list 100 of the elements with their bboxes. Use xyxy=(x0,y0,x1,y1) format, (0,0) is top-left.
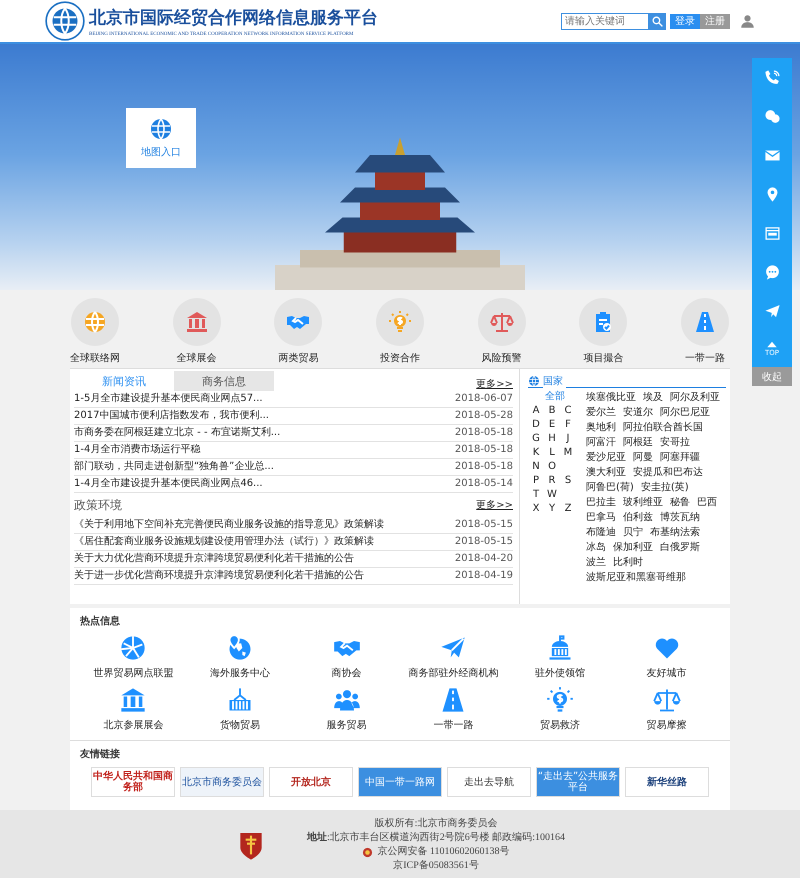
hot-info-link[interactable]: 世界贸易网点联盟 xyxy=(80,634,187,680)
policy-item[interactable]: 关于进一步优化营商环境提升京津跨境贸易便利化若干措施的公告 2018-04-19 xyxy=(74,568,513,585)
category-link[interactable]: 投资合作 xyxy=(360,298,440,368)
country-link[interactable]: 安提瓜和巴布达 xyxy=(633,465,703,480)
country-link[interactable]: 阿曼 xyxy=(633,450,653,465)
hot-info-link[interactable]: 货物贸易 xyxy=(186,686,294,732)
hot-info-link[interactable]: 一带一路 xyxy=(400,686,507,732)
letter-link[interactable]: A xyxy=(528,404,544,418)
news-item[interactable]: 市商务委在阿根廷建立北京 - - 布宜诺斯艾利... 2018-05-18 xyxy=(74,425,513,442)
country-link[interactable]: 波兰 xyxy=(586,555,606,570)
all-countries-link[interactable]: 全部 xyxy=(528,390,582,404)
letter-link[interactable]: F xyxy=(560,418,576,432)
hot-info-link[interactable]: 友好城市 xyxy=(613,634,720,680)
letter-link[interactable]: P xyxy=(528,474,544,488)
letter-link[interactable]: D xyxy=(528,418,544,432)
news-item[interactable]: 部门联动，共同走进创新型“独角兽”企业总... 2018-05-18 xyxy=(74,459,513,476)
partner-logo-link[interactable]: 开放北京 xyxy=(269,767,353,797)
country-link[interactable]: 比利时 xyxy=(613,555,643,570)
map-entry-button[interactable]: 地图入口 xyxy=(126,108,196,168)
news-item[interactable]: 1-4月全市建设提升基本便民商业网点46... 2018-05-14 xyxy=(74,476,513,493)
category-link[interactable]: 全球展会 xyxy=(156,298,237,368)
country-link[interactable]: 巴拉圭 xyxy=(586,495,616,510)
country-link[interactable]: 爱沙尼亚 xyxy=(586,450,626,465)
letter-link[interactable]: W xyxy=(544,488,560,502)
policy-item[interactable]: 关于大力优化营商环境提升京津跨境贸易便利化若干措施的公告 2018-04-20 xyxy=(74,551,513,568)
country-link[interactable]: 安哥拉 xyxy=(660,435,690,450)
letter-link[interactable]: L xyxy=(544,446,560,460)
country-link[interactable]: 贝宁 xyxy=(623,525,643,540)
hot-info-link[interactable]: 贸易摩擦 xyxy=(613,686,720,732)
letter-link[interactable]: J xyxy=(560,432,576,446)
category-link[interactable]: 一带一路 xyxy=(664,298,745,368)
letter-link[interactable]: R xyxy=(544,474,560,488)
country-link[interactable]: 博茨瓦纳 xyxy=(660,510,700,525)
more-link[interactable]: 更多>> xyxy=(476,498,513,512)
country-link[interactable]: 保加利亚 xyxy=(613,540,653,555)
country-link[interactable]: 澳大利亚 xyxy=(586,465,626,480)
letter-link[interactable]: T xyxy=(528,488,544,502)
country-link[interactable]: 安圭拉(英) xyxy=(640,480,689,495)
letter-link[interactable]: M xyxy=(560,446,576,460)
country-link[interactable]: 阿塞拜疆 xyxy=(660,450,700,465)
country-link[interactable]: 阿尔及利亚 xyxy=(670,390,720,405)
country-link[interactable]: 白俄罗斯 xyxy=(660,540,700,555)
letter-link[interactable]: B xyxy=(544,404,560,418)
letter-link[interactable]: Y xyxy=(544,502,560,516)
chat-bubbles-icon xyxy=(764,108,780,125)
letter-link[interactable]: O xyxy=(544,460,560,474)
country-link[interactable]: 奥地利 xyxy=(586,420,616,435)
letter-link[interactable]: G xyxy=(528,432,544,446)
letter-link[interactable]: N xyxy=(528,460,544,474)
country-link[interactable]: 埃及 xyxy=(643,390,663,405)
letter-link[interactable]: K xyxy=(528,446,544,460)
partner-logo-link[interactable]: 北京市商务委员会 xyxy=(180,767,264,797)
category-link[interactable]: 两类贸易 xyxy=(258,298,338,368)
search-button[interactable] xyxy=(649,12,666,30)
category-link[interactable]: 全球联络网 xyxy=(55,298,135,368)
country-link[interactable]: 巴西 xyxy=(697,495,717,510)
hot-info-link[interactable]: 驻外使领馆 xyxy=(506,634,614,680)
country-link[interactable]: 伯利兹 xyxy=(623,510,653,525)
country-link[interactable]: 波斯尼亚和黑塞哥维那 xyxy=(586,570,686,585)
hot-info-link[interactable]: 北京参展展会 xyxy=(80,686,187,732)
letter-link[interactable]: X xyxy=(528,502,544,516)
lightbulb-icon xyxy=(546,686,574,714)
news-item[interactable]: 2017中国城市便利店指数发布，我市便利... 2018-05-28 xyxy=(74,408,513,425)
country-link[interactable]: 阿富汗 xyxy=(586,435,616,450)
country-link[interactable]: 阿根廷 xyxy=(623,435,653,450)
search-field[interactable]: 请输入关键词 xyxy=(561,12,649,30)
policy-item[interactable]: 《居住配套商业服务设施规划建设使用管理办法（试行）》政策解读 2018-05-15 xyxy=(74,534,513,551)
country-link[interactable]: 布基纳法索 xyxy=(650,525,700,540)
partner-logo-link[interactable]: 走出去导航 xyxy=(447,767,531,797)
hot-info-link[interactable]: 服务贸易 xyxy=(293,686,400,732)
news-item[interactable]: 1-5月全市建设提升基本便民商业网点57... 2018-06-07 xyxy=(74,391,513,408)
policy-item[interactable]: 《关于利用地下空间补充完善便民商业服务设施的指导意见》政策解读 2018-05-15 xyxy=(74,517,513,534)
letter-link[interactable]: E xyxy=(544,418,560,432)
partner-logo-link[interactable]: 新华丝路 xyxy=(625,767,709,797)
user-icon[interactable] xyxy=(740,14,755,28)
more-link[interactable]: 更多>> xyxy=(476,377,513,391)
country-link[interactable]: 阿鲁巴(荷) xyxy=(586,480,634,495)
country-link[interactable]: 阿尔巴尼亚 xyxy=(660,405,710,420)
tab[interactable]: 商务信息 xyxy=(174,371,274,391)
country-link[interactable]: 玻利维亚 xyxy=(623,495,663,510)
country-link[interactable]: 巴拿马 xyxy=(586,510,616,525)
country-link[interactable]: 安道尔 xyxy=(623,405,653,420)
category-link[interactable]: 项目撮合 xyxy=(563,298,644,368)
partner-logo-link[interactable]: 中华人民共和国商务部 xyxy=(91,767,175,797)
country-link[interactable]: 埃塞俄比亚 xyxy=(586,390,636,405)
category-link[interactable]: 风险预警 xyxy=(462,298,542,368)
letter-link[interactable]: C xyxy=(560,404,576,418)
country-link[interactable]: 布隆迪 xyxy=(586,525,616,540)
country-link[interactable]: 爱尔兰 xyxy=(586,405,616,420)
letter-link[interactable]: H xyxy=(544,432,560,446)
country-link[interactable]: 冰岛 xyxy=(586,540,606,555)
hot-info-link[interactable]: 商务部驻外经商机构 xyxy=(400,634,507,680)
letter-link[interactable]: Z xyxy=(560,502,576,516)
letter-link[interactable]: S xyxy=(560,474,576,488)
country-link[interactable]: 秘鲁 xyxy=(670,495,690,510)
hot-info-link[interactable]: 商协会 xyxy=(293,634,400,680)
hot-info-link[interactable]: 贸易救济 xyxy=(506,686,614,732)
hot-info-link[interactable]: 海外服务中心 xyxy=(186,634,294,680)
news-item[interactable]: 1-4月全市消费市场运行平稳 2018-05-18 xyxy=(74,442,513,459)
country-link[interactable]: 阿拉伯联合酋长国 xyxy=(623,420,703,435)
